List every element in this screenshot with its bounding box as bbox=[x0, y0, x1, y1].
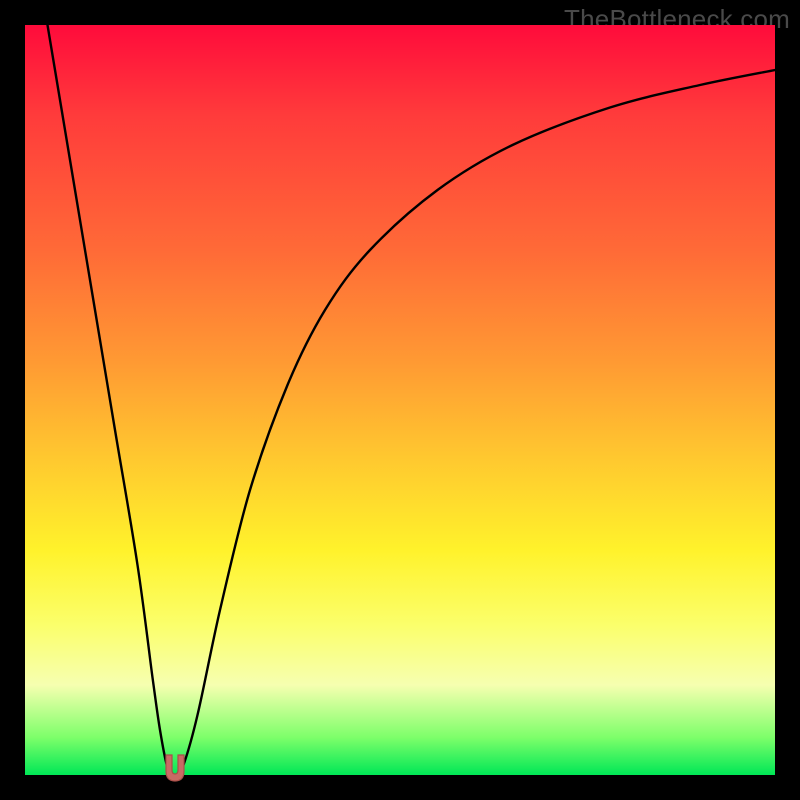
bottleneck-curve bbox=[25, 25, 775, 775]
chart-frame: TheBottleneck.com bbox=[0, 0, 800, 800]
optimum-marker bbox=[161, 753, 189, 783]
plot-area bbox=[25, 25, 775, 775]
curve-path bbox=[48, 25, 776, 775]
u-shape-icon bbox=[161, 753, 189, 783]
